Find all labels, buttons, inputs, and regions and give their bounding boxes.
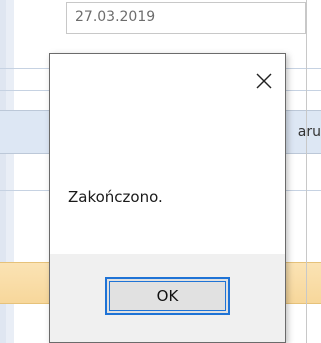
dialog-footer: OK [50, 254, 285, 342]
close-button[interactable] [251, 68, 277, 94]
ok-button[interactable]: OK [105, 277, 230, 315]
table-header-label: aru [297, 124, 321, 140]
message-dialog: Zakończono. OK [49, 53, 286, 343]
close-icon [256, 73, 272, 89]
dialog-message: Zakończono. [68, 188, 163, 206]
column-border [306, 0, 307, 343]
ok-button-label: OK [156, 287, 179, 305]
date-field[interactable]: 27.03.2019 [66, 2, 306, 34]
